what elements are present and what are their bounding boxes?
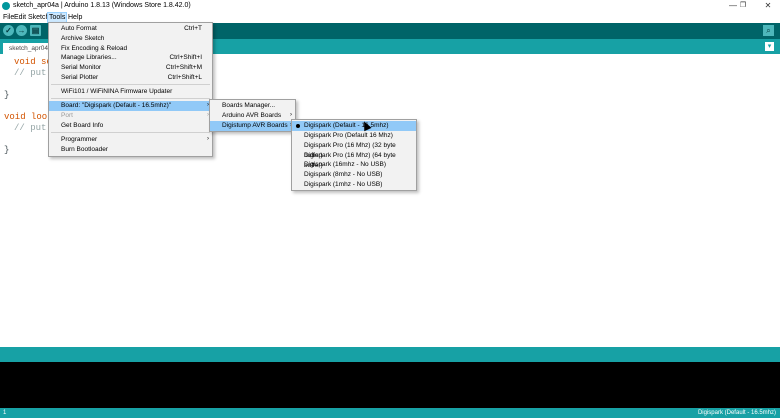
menu-item-manage-libraries[interactable]: Manage Libraries... Ctrl+Shift+I bbox=[49, 53, 212, 63]
board-option-digispark-8mhz-nousb[interactable]: Digispark (8mhz - No USB) bbox=[292, 170, 416, 180]
code-line: // put bbox=[14, 123, 46, 134]
close-button[interactable]: ✕ bbox=[756, 0, 780, 12]
selected-radio-icon bbox=[296, 124, 300, 128]
editor-console-divider[interactable] bbox=[0, 347, 780, 362]
menu-separator bbox=[51, 98, 210, 99]
output-console bbox=[0, 362, 780, 408]
arduino-app-icon bbox=[2, 2, 10, 10]
menu-item-serial-monitor[interactable]: Serial Monitor Ctrl+Shift+M bbox=[49, 63, 212, 73]
menu-item-arduino-avr-boards[interactable]: Arduino AVR Boards › bbox=[210, 111, 295, 121]
menu-item-digistump-avr-boards[interactable]: Digistump AVR Boards› bbox=[210, 121, 295, 131]
verify-button[interactable]: ✓ bbox=[3, 25, 14, 36]
menu-item-burn-bootloader[interactable]: Burn Bootloader bbox=[49, 145, 212, 155]
tab-menu-button[interactable]: ▾ bbox=[765, 42, 774, 51]
code-line: void loop bbox=[4, 112, 53, 123]
code-line: } bbox=[4, 145, 10, 155]
board-option-digispark-pro-32[interactable]: Digispark Pro (16 Mhz) (32 byte buffer) bbox=[292, 141, 416, 159]
menu-item-programmer[interactable]: Programmer › bbox=[49, 135, 212, 145]
board-option-digispark-pro-default[interactable]: Digispark Pro (Default 16 Mhz) bbox=[292, 131, 416, 141]
board-submenu: Boards Manager... Arduino AVR Boards › Di… bbox=[209, 99, 296, 132]
setup-comment: // put bbox=[14, 68, 47, 78]
upload-button[interactable]: → bbox=[16, 25, 27, 36]
menu-item-board[interactable]: Board: "Digispark (Default - 16.5mhz)" › bbox=[49, 101, 212, 111]
setup-keyword: void se bbox=[14, 57, 52, 67]
window-titlebar: sketch_apr04a | Arduino 1.8.13 (Windows … bbox=[0, 0, 780, 12]
status-line-number: 1 bbox=[3, 410, 7, 416]
board-option-digispark-1mhz-nousb[interactable]: Digispark (1mhz - No USB) bbox=[292, 180, 416, 190]
status-board-name: Digispark (Default - 16.5mhz) bbox=[697, 410, 776, 416]
board-option-digispark-16mhz-nousb[interactable]: Digispark (16mhz - No USB) bbox=[292, 160, 416, 170]
menu-item-wifi-updater[interactable]: WiFi101 / WiFiNINA Firmware Updater bbox=[49, 87, 212, 97]
menu-separator bbox=[51, 132, 210, 133]
new-button[interactable]: ▤ bbox=[30, 25, 41, 36]
submenu-arrow-icon: › bbox=[207, 136, 209, 142]
code-line: void se bbox=[14, 57, 52, 68]
maximize-button[interactable]: ❐ bbox=[731, 0, 755, 12]
menu-item-port: Port › bbox=[61, 112, 209, 119]
code-line: } bbox=[4, 90, 10, 100]
board-option-digispark-default[interactable]: Digispark (Default - 16.5mhz) bbox=[292, 121, 416, 131]
loop-keyword: void loop bbox=[4, 112, 53, 122]
code-line: // put bbox=[14, 68, 46, 79]
digistump-boards-submenu: Digispark (Default - 16.5mhz) Digispark … bbox=[291, 119, 417, 191]
status-bar: 1 Digispark (Default - 16.5mhz) bbox=[0, 408, 780, 418]
menu-separator bbox=[51, 84, 210, 85]
menu-item-boards-manager[interactable]: Boards Manager... bbox=[210, 101, 295, 111]
menu-item-board-info[interactable]: Get Board Info bbox=[49, 121, 212, 131]
tools-menu: Auto Format Ctrl+T Archive Sketch Fix Enc… bbox=[48, 22, 213, 157]
menu-item-serial-plotter[interactable]: Serial Plotter Ctrl+Shift+L bbox=[49, 73, 212, 83]
window-title: sketch_apr04a | Arduino 1.8.13 (Windows … bbox=[13, 2, 191, 9]
menu-item-auto-format[interactable]: Auto Format Ctrl+T bbox=[49, 24, 212, 34]
loop-comment: // put bbox=[14, 123, 47, 133]
menu-item-archive-sketch[interactable]: Archive Sketch bbox=[49, 34, 212, 44]
serial-monitor-button[interactable]: ⌕ bbox=[763, 25, 774, 36]
